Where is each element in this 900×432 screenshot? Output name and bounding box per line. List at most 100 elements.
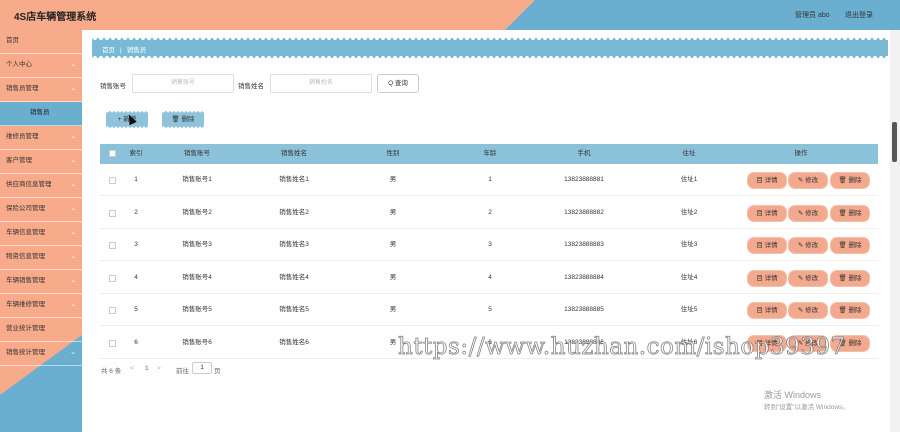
sidebar-item-label: 供应商信息管理 (6, 181, 52, 188)
detail-button[interactable]: 目 详情 (748, 238, 786, 253)
name-label: 销售姓名 (238, 83, 264, 90)
table-cell: 销售姓名2 (279, 208, 309, 216)
table-cell: 男 (389, 306, 397, 313)
sidebar-item[interactable]: 销售统计管理 ⌄ (0, 342, 82, 366)
table-cell: 13823888882 (564, 208, 604, 216)
table-cell: 3 (488, 241, 492, 248)
top-header: 4S店车辆管理系统 管理员 abo 退出登录 (0, 0, 900, 30)
query-button[interactable]: Q 查询 (377, 74, 419, 93)
pagination-prev[interactable]: < (130, 365, 134, 372)
pagination-current-page[interactable]: 1 (145, 365, 149, 372)
page-scrollbar[interactable] (890, 30, 900, 432)
breadcrumb-current: 销售员 (126, 47, 147, 54)
sidebar-item[interactable]: 车辆销售管理 ⌄ (0, 270, 82, 294)
sidebar-item-label: 销售统计管理 (6, 349, 45, 356)
current-user: 管理员 abo (795, 12, 830, 19)
table-cell: 1 (488, 176, 492, 183)
column-header: 性别 (386, 150, 400, 157)
scrollbar-thumb[interactable] (892, 122, 897, 162)
sidebar-item[interactable]: 保险公司管理 ⌄ (0, 198, 82, 222)
detail-button[interactable]: 目 详情 (748, 270, 786, 286)
logout-link[interactable]: 退出登录 (845, 10, 873, 20)
table-cell: 销售账号6 (182, 338, 212, 346)
sidebar-item[interactable]: 物资信息管理 ⌄ (0, 246, 82, 270)
edit-button[interactable]: ✎ 修改 (789, 238, 827, 253)
sidebar-item[interactable]: 销售员管理 ⌄ (0, 78, 82, 102)
delete-button[interactable]: 🗑 删除 (831, 270, 869, 286)
table-cell: 销售账号4 (182, 273, 212, 281)
delete-button[interactable]: 🗑 删除 (831, 205, 869, 221)
breadcrumb: 首页 | 销售员 (92, 38, 888, 58)
edit-button[interactable]: ✎ 修改 (789, 205, 827, 221)
sidebar-item-label: 物资信息管理 (6, 253, 45, 260)
table-cell: 男 (389, 176, 397, 183)
detail-button[interactable]: 目 详情 (748, 303, 786, 318)
account-search-input[interactable]: 销售账号 (132, 74, 234, 93)
sidebar-item[interactable]: 车辆维修管理 ⌄ (0, 294, 82, 318)
table-cell: 销售账号3 (182, 241, 212, 248)
row-checkbox[interactable] (109, 339, 116, 347)
table-cell: 13823888881 (564, 176, 604, 183)
delete-button[interactable]: 🗑 删除 (831, 238, 869, 253)
select-all-checkbox[interactable] (109, 150, 116, 157)
table-cell: 2 (134, 208, 138, 216)
table-cell: 男 (389, 241, 397, 248)
row-checkbox[interactable] (109, 209, 116, 217)
breadcrumb-home[interactable]: 首页 (102, 47, 115, 54)
pagination-next[interactable]: > (157, 365, 161, 372)
sidebar-item-label: 营业统计管理 (6, 325, 45, 332)
table-cell: 13823888883 (564, 241, 604, 248)
edit-button[interactable]: ✎ 修改 (789, 303, 827, 318)
column-header: 销售账号 (184, 150, 210, 157)
sidebar-item[interactable]: 供应商信息管理 ⌄ (0, 174, 82, 198)
edit-button[interactable]: ✎ 修改 (789, 173, 827, 188)
table-cell: 男 (389, 273, 397, 281)
table-row: 4 销售账号4 销售姓名4 男 4 13823888884 住址4 目 详情 ✎ 修改 🗑 删除 (100, 262, 878, 294)
detail-button[interactable]: 目 详情 (748, 173, 786, 188)
chevron-down-icon: ⌄ (70, 229, 76, 236)
sidebar-item[interactable]: 个人中心 ⌄ (0, 54, 82, 78)
chevron-down-icon: ⌄ (70, 85, 76, 92)
table-cell: 5 (488, 306, 492, 313)
sidebar-item-label: 车辆维修管理 (6, 301, 45, 308)
table-cell: 5 (134, 306, 138, 313)
pagination-total: 共 6 条 (101, 368, 122, 375)
pagination-goto-label: 前往 (176, 368, 189, 375)
row-checkbox[interactable] (109, 177, 116, 184)
sidebar-item[interactable]: 车辆信息管理 ⌄ (0, 222, 82, 246)
app-title: 4S店车辆管理系统 (14, 12, 97, 23)
table-cell: 男 (389, 338, 397, 346)
table-row: 1 销售账号1 销售姓名1 男 1 13823888881 住址1 目 详情 ✎ 修改 🗑 删除 (100, 164, 878, 196)
pagination-page-unit: 页 (214, 368, 221, 375)
column-header: 销售姓名 (281, 150, 307, 157)
column-header: 操作 (794, 150, 808, 157)
row-checkbox[interactable] (109, 242, 116, 249)
chevron-down-icon: ⌄ (70, 277, 76, 284)
sidebar: 首页 个人中心 ⌄ 销售员管理 ⌄ 销售员 维修员管理 ⌄ 客户管理 ⌄ 供应商信息管理 ⌄ 保险公司管… (0, 30, 82, 432)
sidebar-menu: 首页 个人中心 ⌄ 销售员管理 ⌄ 销售员 维修员管理 ⌄ 客户管理 ⌄ 供应商信息管理 ⌄ 保险公司管… (0, 30, 82, 366)
table-cell: 6 (134, 338, 138, 346)
delete-button[interactable]: 🗑 删除 (831, 303, 869, 318)
table-cell: 男 (389, 208, 397, 216)
header-salmon-band (0, 0, 535, 30)
breadcrumb-separator: | (120, 47, 122, 54)
sidebar-item[interactable]: 首页 (0, 30, 82, 54)
sidebar-item[interactable]: 营业统计管理 (0, 318, 82, 342)
table-row: 5 销售账号5 销售姓名5 男 5 13823888885 住址5 目 详情 ✎ 修改 🗑 删除 (100, 294, 878, 326)
sidebar-item[interactable]: 维修员管理 ⌄ (0, 126, 82, 150)
sidebar-item-label: 销售员管理 (6, 85, 39, 92)
edit-button[interactable]: ✎ 修改 (789, 270, 827, 286)
sidebar-subitem[interactable]: 销售员 (0, 102, 82, 126)
name-search-input[interactable]: 销售姓名 (270, 74, 372, 93)
table-cell: 4 (134, 273, 138, 281)
column-header: 住址 (682, 150, 696, 157)
sidebar-item[interactable]: 客户管理 ⌄ (0, 150, 82, 174)
detail-button[interactable]: 目 详情 (748, 205, 786, 221)
row-checkbox[interactable] (109, 274, 116, 282)
row-checkbox[interactable] (109, 307, 116, 314)
chevron-down-icon: ⌄ (70, 61, 76, 68)
delete-button[interactable]: 🗑 删除 (831, 173, 869, 188)
account-label: 销售账号 (100, 83, 126, 90)
batch-delete-button[interactable]: 🗑 删除 (162, 111, 204, 128)
pagination-page-input[interactable]: 1 (192, 362, 212, 374)
